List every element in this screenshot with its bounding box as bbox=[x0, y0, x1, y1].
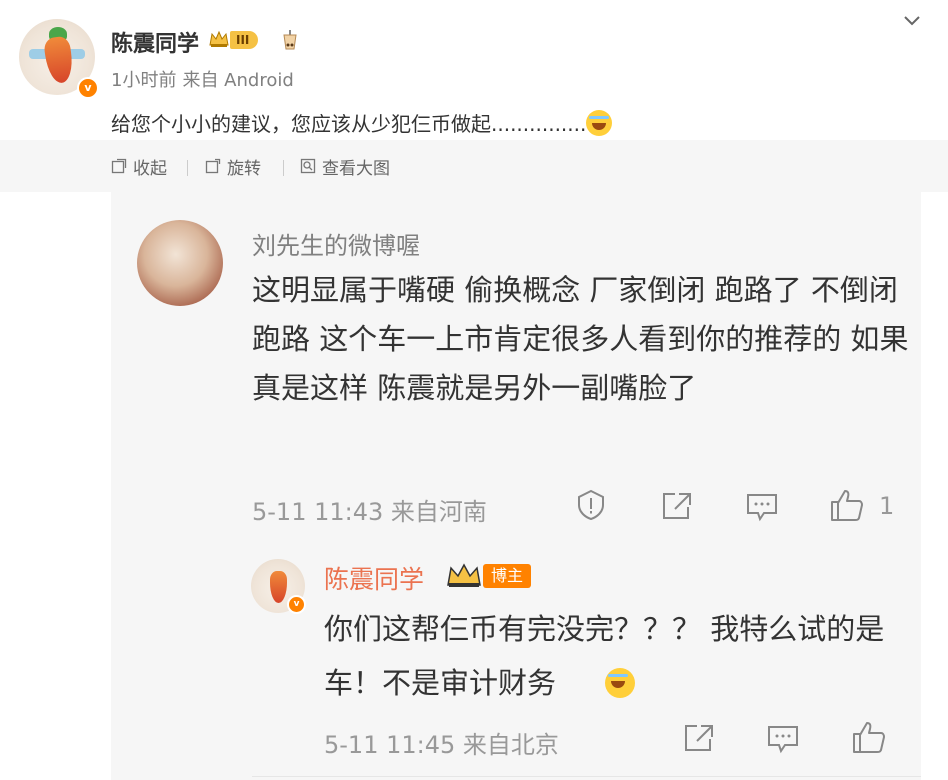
author-name[interactable]: 陈震同学 bbox=[111, 26, 199, 58]
laugh-cry-emoji-icon bbox=[586, 110, 613, 136]
post-text-body: 给您个小小的建议，您应该从少犯仨币做起............... bbox=[111, 112, 587, 136]
comment-meta: 5-11 11:43 来自河南 bbox=[252, 492, 487, 527]
laugh-cry-emoji-icon bbox=[605, 668, 636, 698]
crown-icon bbox=[209, 30, 229, 47]
crown-icon bbox=[447, 563, 481, 587]
reply-author-name[interactable]: 陈震同学 bbox=[324, 560, 424, 596]
like-count: 1 bbox=[879, 492, 895, 520]
level-badge: III bbox=[230, 31, 259, 49]
reply-meta: 5-11 11:45 来自北京 bbox=[324, 725, 559, 760]
view-large-label: 查看大图 bbox=[322, 158, 390, 179]
verified-badge-icon: v bbox=[77, 77, 99, 99]
comment-source: 来自河南 bbox=[390, 498, 487, 526]
comment-time: 5-11 11:43 bbox=[252, 498, 384, 526]
rotate-label: 旋转 bbox=[227, 158, 261, 179]
reply-source: 来自北京 bbox=[462, 731, 559, 759]
report-icon[interactable] bbox=[575, 489, 607, 521]
chevron-down-icon[interactable] bbox=[903, 14, 921, 28]
milk-tea-icon bbox=[283, 30, 297, 50]
post-text: 给您个小小的建议，您应该从少犯仨币做起............... bbox=[111, 108, 613, 137]
comment-icon[interactable] bbox=[767, 724, 799, 754]
reply-text: 你们这帮仨币有完没完？？？ 我特么试的是车！不是审计财务 bbox=[324, 602, 904, 710]
post-meta: 1小时前 来自 Android bbox=[111, 66, 300, 92]
like-icon[interactable] bbox=[851, 719, 887, 755]
rotate-icon bbox=[205, 158, 221, 174]
verified-badge-icon: v bbox=[287, 595, 306, 614]
blogger-badge: 博主 bbox=[483, 564, 532, 588]
share-icon[interactable] bbox=[683, 723, 715, 753]
rotate-button[interactable]: 旋转 bbox=[205, 155, 261, 179]
post-time: 1小时前 bbox=[111, 70, 177, 91]
share-icon[interactable] bbox=[661, 491, 693, 521]
reply-time: 5-11 11:45 bbox=[324, 731, 456, 759]
avatar-carrot bbox=[42, 35, 76, 85]
image-toolbar: 收起 旋转 查看大图 bbox=[0, 140, 948, 192]
comment-text: 这明显属于嘴硬 偷换概念 厂家倒闭 跑路了 不倒闭跑路 这个车一上市肯定很多人看… bbox=[252, 273, 909, 405]
like-icon[interactable] bbox=[829, 487, 865, 523]
post-source: 来自 Android bbox=[182, 70, 294, 91]
commenter-name[interactable]: 刘先生的微博喔 bbox=[252, 226, 420, 261]
view-large-icon bbox=[300, 158, 316, 174]
post-header: v 陈震同学 III 1小时前 来自 Android 给您个小小的建议，您应该从少… bbox=[0, 0, 948, 140]
collapse-label: 收起 bbox=[133, 158, 167, 179]
comment-icon[interactable] bbox=[746, 492, 778, 522]
collapse-button[interactable]: 收起 bbox=[111, 155, 167, 179]
divider bbox=[252, 776, 921, 777]
toolbar-divider bbox=[187, 160, 188, 176]
commenter-avatar[interactable] bbox=[137, 220, 223, 306]
view-large-button[interactable]: 查看大图 bbox=[300, 155, 390, 179]
toolbar-divider bbox=[283, 160, 284, 176]
reply-text-body: 你们这帮仨币有完没完？？？ 我特么试的是车！不是审计财务 bbox=[324, 612, 885, 700]
collapse-icon bbox=[111, 158, 127, 174]
avatar-carrot bbox=[270, 571, 287, 603]
